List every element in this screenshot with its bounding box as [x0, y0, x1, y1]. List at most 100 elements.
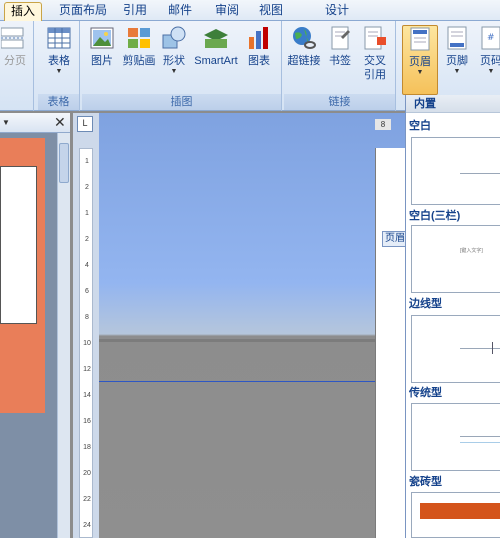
- ruler-tick-label: 18: [83, 444, 91, 451]
- page-number-icon: #: [481, 26, 500, 50]
- gallery-item-title: 空白: [409, 120, 431, 132]
- ruler-tick-label: 2: [85, 184, 89, 191]
- illustrations-group: 图片 剪贴画 形状 ▼ SmartArt 图表 插图: [82, 21, 282, 111]
- table-icon: [47, 27, 71, 49]
- ribbon-tab-bar: 插入 页面布局 引用 邮件 审阅 视图 设计: [0, 0, 500, 21]
- pane-scrollbar[interactable]: [57, 133, 70, 538]
- smartart-button[interactable]: SmartArt: [192, 25, 240, 68]
- clipart-icon: [128, 28, 150, 48]
- bookmark-label: 书签: [329, 55, 351, 67]
- gallery-item-title: 边线型: [409, 298, 442, 310]
- page-number-label: 页码: [480, 55, 500, 67]
- tab-insert[interactable]: 插入: [4, 2, 42, 21]
- divider-line: [99, 339, 405, 342]
- ruler-tick-label: 20: [83, 470, 91, 477]
- page-number-button[interactable]: # 页码 ▼: [476, 25, 500, 76]
- tables-group-label: 表格: [38, 94, 79, 110]
- ruler-tick-label: 14: [83, 392, 91, 399]
- page-break-button[interactable]: 分页: [0, 25, 30, 68]
- bookmark-button[interactable]: 书签: [326, 25, 354, 68]
- page-break-icon: [1, 27, 24, 49]
- page-thumbnail[interactable]: [0, 166, 37, 324]
- pane-dropdown-icon[interactable]: ▼: [2, 118, 10, 127]
- chart-label: 图表: [248, 55, 270, 67]
- thumbnail-pane: ▼ ✕: [0, 113, 70, 538]
- preview-line: [460, 442, 500, 443]
- header-icon: [410, 27, 430, 51]
- document-page[interactable]: [375, 148, 407, 538]
- thumbnail-pane-header: ▼ ✕: [0, 113, 70, 133]
- gallery-item-tiles[interactable]: [411, 492, 500, 538]
- chevron-down-icon: ▼: [416, 69, 424, 76]
- preview-bar: [492, 342, 493, 354]
- shapes-icon: [162, 26, 186, 49]
- margin-guide-line: [99, 381, 405, 382]
- pages-group: 分页: [0, 21, 34, 111]
- links-group: 超链接 书签 交叉 引用 链接: [284, 21, 396, 111]
- chevron-down-icon: ▼: [170, 68, 178, 75]
- globe-link-icon: [293, 27, 316, 49]
- shapes-button[interactable]: 形状 ▼: [160, 25, 188, 76]
- preview-line: [460, 436, 500, 437]
- chevron-down-icon: ▼: [55, 68, 63, 75]
- picture-button[interactable]: 图片: [86, 25, 118, 68]
- smartart-label: SmartArt: [194, 55, 238, 67]
- ruler-tick-label: 12: [83, 366, 91, 373]
- gallery-header: 内置: [406, 95, 500, 113]
- tab-selector-icon[interactable]: L: [77, 116, 93, 132]
- tab-view[interactable]: 视图: [256, 2, 286, 21]
- chart-icon: [249, 27, 268, 49]
- ruler-tick-label: 4: [85, 262, 89, 269]
- hyperlink-label: 超链接: [287, 55, 321, 67]
- header-button[interactable]: 页眉 ▼: [402, 25, 438, 95]
- document-area[interactable]: 8 页眉: [99, 113, 408, 538]
- clipart-label: 剪贴画: [122, 55, 156, 67]
- cross-reference-label-line2: 引用: [364, 69, 386, 81]
- ruler-tick-label: 10: [83, 340, 91, 347]
- tab-mailings[interactable]: 邮件: [165, 2, 195, 21]
- close-icon[interactable]: ✕: [54, 114, 66, 131]
- gallery-item-blank-three-column[interactable]: [键入文字]: [411, 225, 500, 293]
- preview-tile: [420, 503, 500, 519]
- page-thumbnail-frame[interactable]: [0, 138, 45, 413]
- page-break-label: 分页: [4, 55, 26, 67]
- chevron-down-icon: ▼: [487, 68, 495, 75]
- tab-page-layout[interactable]: 页面布局: [55, 2, 111, 21]
- gallery-item-traditional[interactable]: [411, 403, 500, 471]
- footer-icon: [447, 26, 467, 50]
- picture-label: 图片: [91, 55, 113, 67]
- header-label: 页眉: [409, 56, 431, 68]
- ruler-tick-label: 16: [83, 418, 91, 425]
- hyperlink-button[interactable]: 超链接: [286, 25, 322, 68]
- illustrations-group-label: 插图: [82, 94, 281, 110]
- ruler-strip: 1 2 1 2 4 6 8 10 12 14 16 18 20 22 24: [79, 148, 93, 538]
- gallery-item-title: 瓷砖型: [409, 476, 442, 488]
- vertical-ruler: L 1 2 1 2 4 6 8 10 12 14 16 18 20 22 24: [73, 113, 99, 538]
- ruler-tick-label: 2: [85, 236, 89, 243]
- chart-button[interactable]: 图表: [244, 25, 274, 68]
- svg-text:#: #: [487, 33, 495, 43]
- smartart-icon: [204, 29, 228, 48]
- cross-reference-button[interactable]: 交叉 引用: [358, 25, 392, 82]
- cross-reference-label-line1: 交叉: [364, 55, 386, 67]
- chevron-down-icon: ▼: [453, 68, 461, 75]
- ruler-tick-label: 1: [85, 210, 89, 217]
- preview-line: [460, 173, 500, 174]
- page-number-marker: 8: [375, 119, 391, 130]
- tables-group: 表格 ▼ 表格: [38, 21, 80, 111]
- table-button[interactable]: 表格 ▼: [42, 25, 76, 76]
- shapes-label: 形状: [163, 55, 185, 67]
- cross-reference-icon: [364, 26, 386, 50]
- clipart-button[interactable]: 剪贴画: [122, 25, 156, 68]
- tab-references[interactable]: 引用: [120, 2, 150, 21]
- footer-label: 页脚: [446, 55, 468, 67]
- ruler-tick-label: 8: [85, 314, 89, 321]
- gallery-item-title: 传统型: [409, 387, 442, 399]
- tab-review[interactable]: 审阅: [212, 2, 242, 21]
- footer-button[interactable]: 页脚 ▼: [442, 25, 472, 76]
- scrollbar-thumb[interactable]: [59, 143, 69, 183]
- tab-design[interactable]: 设计: [320, 2, 354, 21]
- ruler-tick-label: 6: [85, 288, 89, 295]
- gallery-item-blank[interactable]: [411, 137, 500, 205]
- gallery-item-sideline[interactable]: [411, 315, 500, 383]
